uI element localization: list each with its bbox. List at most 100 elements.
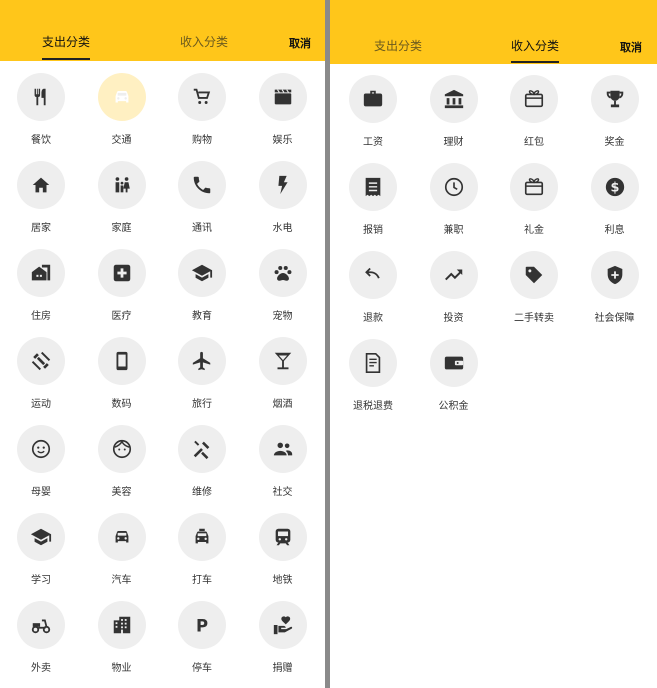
income-category-panel: 支出分类 收入分类 取消 工资 理财 红包 奖金报销 兼职 礼金 $ 利息退款 投资 二手转卖 社会…	[330, 0, 657, 688]
category-item[interactable]: 兼职	[414, 163, 494, 251]
category-item[interactable]: 母婴	[1, 425, 81, 513]
category-item[interactable]: 旅行	[162, 337, 242, 425]
category-item[interactable]: 宠物	[243, 249, 323, 337]
red-envelope-icon	[524, 90, 544, 108]
scooter-icon	[31, 619, 51, 634]
category-item[interactable]: 打车	[162, 513, 242, 601]
category-icon-circle	[17, 249, 65, 297]
category-item[interactable]: 购物	[162, 73, 242, 161]
category-label: 娱乐	[272, 135, 293, 146]
category-icon-circle	[429, 339, 478, 387]
baby-face-icon	[31, 439, 51, 459]
category-item[interactable]: 通讯	[162, 161, 242, 249]
category-item[interactable]: 居家	[1, 161, 81, 249]
category-label: 红包	[524, 137, 544, 148]
category-icon-circle	[258, 249, 307, 297]
category-item[interactable]: 餐饮	[1, 73, 81, 161]
category-item[interactable]: 运动	[1, 337, 81, 425]
category-label: 美容	[111, 487, 132, 498]
svg-text:$: $	[610, 181, 619, 196]
category-item[interactable]: 退税退费	[333, 339, 413, 427]
shield-plus-icon	[607, 265, 622, 285]
lightning-icon	[277, 175, 288, 195]
medical-icon	[113, 264, 130, 282]
tab-expense-categories[interactable]: 支出分类	[42, 33, 90, 50]
category-icon-circle	[17, 73, 65, 121]
category-label: 水电	[272, 223, 293, 234]
category-item[interactable]: 水电	[243, 161, 323, 249]
category-item[interactable]: 美容	[82, 425, 162, 513]
dollar-coin-icon: $	[605, 177, 624, 197]
category-item[interactable]: 数码	[82, 337, 162, 425]
category-label: 教育	[192, 311, 212, 322]
category-item[interactable]: 学习	[1, 513, 81, 601]
category-label: 报销	[363, 225, 383, 236]
category-label: 退款	[363, 313, 383, 324]
category-label: 维修	[192, 487, 212, 498]
dumbbell-icon	[31, 351, 51, 371]
category-item[interactable]: 退款	[333, 251, 413, 339]
paw-icon	[274, 265, 291, 281]
face-icon	[112, 439, 131, 459]
category-item[interactable]: 奖金	[575, 75, 655, 163]
category-label: 社交	[272, 487, 293, 498]
phone-icon	[193, 176, 211, 194]
category-item[interactable]: 二手转卖	[494, 251, 574, 339]
cocktail-icon	[274, 352, 291, 370]
trending-up-icon	[444, 269, 462, 281]
category-item[interactable]: 娱乐	[243, 73, 323, 161]
tab-income-categories[interactable]: 收入分类	[511, 37, 559, 54]
category-icon-circle	[258, 161, 307, 209]
category-item[interactable]: 教育	[162, 249, 242, 337]
category-item[interactable]: 外卖	[1, 601, 81, 688]
category-item[interactable]: 理财	[414, 75, 494, 163]
cancel-button[interactable]: 取消	[289, 35, 311, 51]
category-label: 居家	[31, 223, 51, 234]
category-item[interactable]: 公积金	[414, 339, 494, 427]
category-icon-circle	[178, 425, 226, 473]
category-item[interactable]: 烟酒	[243, 337, 323, 425]
category-icon-circle	[349, 163, 397, 211]
category-item[interactable]: 住房	[1, 249, 81, 337]
category-item[interactable]: 物业	[82, 601, 162, 688]
parking-icon: P	[196, 616, 208, 635]
category-item[interactable]: $ 利息	[575, 163, 655, 251]
category-icon-circle	[510, 75, 558, 123]
active-tab-underline	[42, 58, 90, 60]
category-item[interactable]: 社会保障	[575, 251, 655, 339]
tab-income-categories[interactable]: 收入分类	[180, 33, 228, 50]
wallet-icon	[444, 356, 463, 370]
category-icon-circle	[178, 513, 226, 561]
category-item[interactable]: 社交	[243, 425, 323, 513]
category-icon-circle	[258, 601, 307, 649]
category-item[interactable]: P 停车	[162, 601, 242, 688]
category-item[interactable]: 报销	[333, 163, 413, 251]
category-item[interactable]: 红包	[494, 75, 574, 163]
category-item[interactable]: 维修	[162, 425, 242, 513]
category-label: 烟酒	[272, 399, 293, 410]
category-label: 通讯	[192, 223, 212, 234]
category-item[interactable]: 交通	[82, 73, 162, 161]
category-item[interactable]: 家庭	[82, 161, 162, 249]
family-icon	[115, 177, 130, 193]
home-icon	[32, 177, 50, 193]
category-label: 地铁	[272, 575, 293, 586]
category-icon-circle	[97, 601, 146, 649]
car-icon	[115, 531, 128, 543]
category-item[interactable]: 礼金	[494, 163, 574, 251]
gift-card-icon	[524, 178, 544, 196]
category-label: 餐饮	[31, 135, 51, 146]
category-label: 二手转卖	[514, 313, 554, 324]
tab-expense-categories[interactable]: 支出分类	[374, 37, 422, 54]
category-item[interactable]: 捐赠	[243, 601, 323, 688]
category-item[interactable]: 地铁	[243, 513, 323, 601]
tag-icon	[525, 266, 543, 284]
category-icon-circle	[258, 425, 307, 473]
category-item[interactable]: 工资	[333, 75, 413, 163]
cancel-button[interactable]: 取消	[620, 39, 642, 55]
category-item[interactable]: 医疗	[82, 249, 162, 337]
category-item[interactable]: 汽车	[82, 513, 162, 601]
category-label: 奖金	[604, 137, 625, 148]
clapperboard-icon	[274, 89, 291, 105]
category-item[interactable]: 投资	[414, 251, 494, 339]
